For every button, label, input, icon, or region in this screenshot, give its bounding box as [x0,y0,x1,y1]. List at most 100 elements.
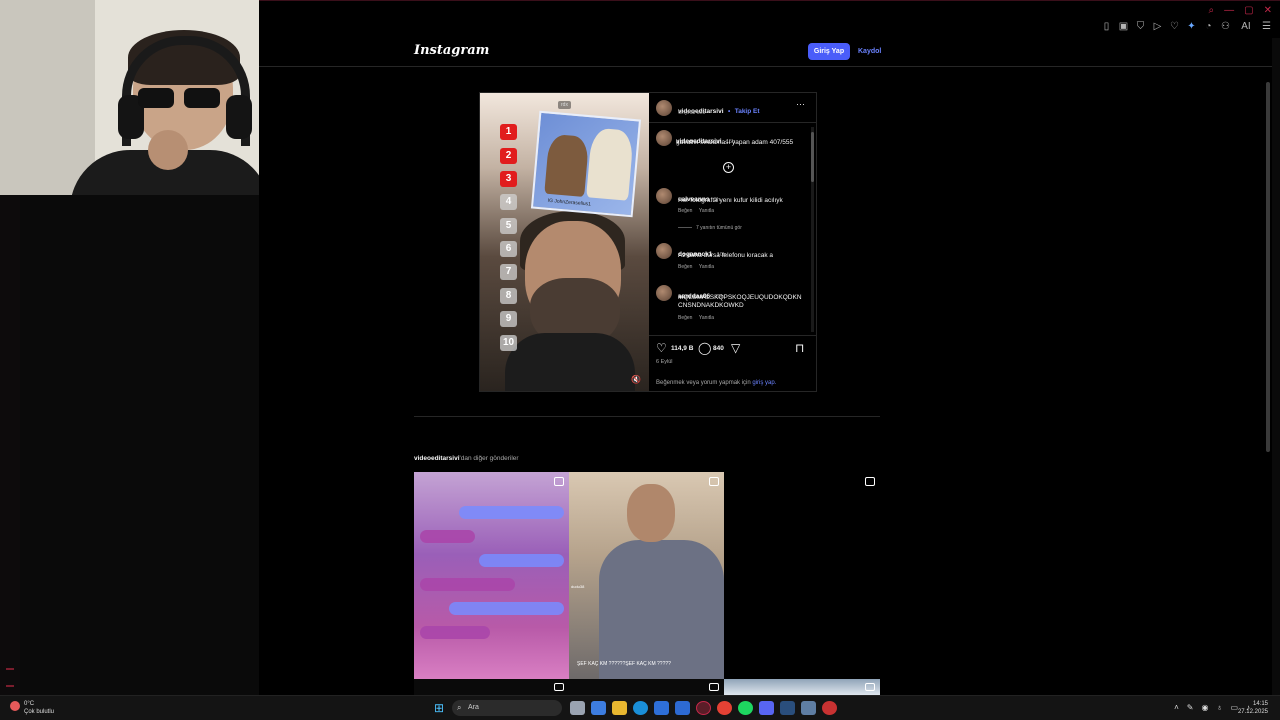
view-replies-label: 7 yanıtın tümünü gör [696,225,742,231]
comments-scrollbar[interactable] [811,127,814,332]
store-icon[interactable] [654,701,669,715]
webcam-overlay [0,0,259,195]
login-prompt-text: Beğenmek veya yorum yapmak için [656,380,751,386]
ai-button[interactable]: AI [1237,21,1255,32]
mute-icon[interactable]: 🔇 [631,375,641,384]
reel-icon [709,683,719,691]
copilot-icon[interactable] [591,701,606,715]
opera-icon[interactable] [696,701,711,715]
post-sidebar: videoeditarsivi • Takip Et Orijinal ses … [649,93,816,391]
reel-icon [865,477,875,486]
discord-icon[interactable] [759,701,774,715]
tile-caption: ŞEF KAÇ KM ??????ŞEF KAÇ KM ????? [577,661,671,667]
comment-avatar[interactable] [656,243,672,259]
comment-like-button[interactable]: Beğen [678,315,692,321]
share-icon[interactable]: ▽ [731,342,740,354]
bookmark-icon[interactable]: ▯ [1101,21,1112,32]
menu-icon[interactable]: ☰ [1261,21,1272,32]
comment-avatar[interactable] [656,188,672,204]
chat-icon[interactable]: ◔ [1203,21,1214,32]
maximize-icon[interactable]: ▢ [1244,5,1253,16]
comment-reply-button[interactable]: Yanıtla [699,264,714,270]
taskbar-apps [570,701,837,715]
windows-taskbar: 0°C Çok bulutlu ⊞ ⌕ Ara ˄ ✎ ◉ ♁ ▭ ♪ 14:1… [0,695,1280,720]
more-post-tile[interactable] [569,679,724,695]
spotify-icon[interactable] [738,701,753,715]
login-button[interactable]: Giriş Yap [808,43,850,60]
app-icon[interactable] [801,701,816,715]
comment-avatar[interactable] [656,285,672,301]
weather-desc: Çok bulutlu [24,709,55,715]
microphone-icon[interactable]: ♁ [1216,703,1222,712]
shield-icon[interactable]: ⛉ [1135,21,1146,32]
save-icon[interactable]: ⊓ [795,342,804,354]
post-audio[interactable]: Orijinal ses [678,110,705,116]
user-icon[interactable]: ⚇ [1220,21,1231,32]
comment-reply-button[interactable]: Yanıtla [699,208,714,214]
comment-icon[interactable]: ◯ [698,342,711,354]
section-divider [414,416,880,417]
search-placeholder: Ara [468,704,479,711]
play-icon[interactable]: ▷ [1152,21,1163,32]
webcam-wall [0,0,95,195]
rank-badge: 2 [500,148,517,164]
load-more-comments-icon[interactable]: + [723,162,734,173]
tab-icon[interactable]: ▣ [1118,21,1129,32]
follow-button[interactable]: Takip Et [735,108,760,115]
rank-badge: 8 [500,288,517,304]
rank-badge: 6 [500,241,517,257]
more-posts-user[interactable]: videoeditarsivi [414,455,460,462]
caption-avatar[interactable] [656,130,672,146]
heart-icon[interactable]: ♡ [1169,21,1180,32]
login-prompt: Beğenmek veya yorum yapmak için giriş ya… [656,380,776,386]
more-post-tile[interactable]: dudu38 ŞEF KAÇ KM ??????ŞEF KAÇ KM ????? [569,472,724,679]
comments-list: videoeditarsivi 15h gavatlık sıralaması … [649,123,816,335]
task-view-icon[interactable] [570,701,585,715]
more-options-icon[interactable]: ··· [796,99,805,109]
ai-label: AI [1241,21,1251,32]
instagram-logo[interactable]: Instagram [414,43,489,58]
minimize-icon[interactable]: — [1224,5,1234,16]
network-icon[interactable]: ▭ [1230,703,1238,712]
file-explorer-icon[interactable] [612,701,627,715]
taskbar-search[interactable]: ⌕ Ara [452,700,562,716]
start-icon[interactable]: ⊞ [434,701,448,715]
weather-widget[interactable]: 0°C Çok bulutlu [10,700,54,716]
left-sidebar-strip [0,195,20,695]
comment-count: 840 [713,345,724,352]
comment-reply-button[interactable]: Yanıtla [699,315,714,321]
post-header: videoeditarsivi • Takip Et Orijinal ses … [649,93,816,123]
rank-badge: 7 [500,264,517,280]
taskbar-clock[interactable]: 14:15 27.12.2025 [1238,700,1268,716]
rank-badge: 3 [500,171,517,187]
steam-icon[interactable] [780,701,795,715]
comment-actions: Beğen Yanıtla [678,315,714,321]
separator-dot: • [727,108,731,115]
close-icon[interactable]: ✕ [1264,5,1272,16]
page-scrollbar[interactable] [1266,82,1270,452]
tray-app-icon[interactable]: ◉ [1201,703,1208,712]
comment-like-button[interactable]: Beğen [678,264,692,270]
video-sticker-image: IG JohnZeraselius1 [530,110,642,218]
extension-icon[interactable]: ✦ [1186,21,1197,32]
more-post-tile[interactable] [414,472,569,679]
tile-tag: dudu38 [571,584,585,589]
comment-text: Az daha dursa telefonu kıracak a [678,252,774,259]
signup-button[interactable]: Kaydol [858,43,881,60]
more-post-tile[interactable] [724,472,880,679]
like-icon[interactable]: ♡ [656,342,667,354]
edge-icon[interactable] [633,701,648,715]
login-prompt-link[interactable]: giriş yap. [752,380,776,386]
search-icon[interactable]: ⌕ [1209,5,1215,16]
view-replies[interactable]: 7 yanıtın tümünü gör [678,225,742,231]
chevron-up-icon[interactable]: ˄ [1174,703,1179,712]
tray-app-icon[interactable]: ✎ [1187,703,1194,712]
more-post-tile[interactable] [724,679,880,695]
mail-icon[interactable] [675,701,690,715]
recording-app-icon[interactable] [822,701,837,715]
comment-like-button[interactable]: Beğen [678,208,692,214]
author-avatar[interactable] [656,100,672,116]
chrome-icon[interactable] [717,701,732,715]
more-post-tile[interactable] [414,679,569,695]
post-video[interactable]: IG JohnZeraselius1 rdx 1 2 3 4 5 6 7 8 9… [480,93,649,391]
